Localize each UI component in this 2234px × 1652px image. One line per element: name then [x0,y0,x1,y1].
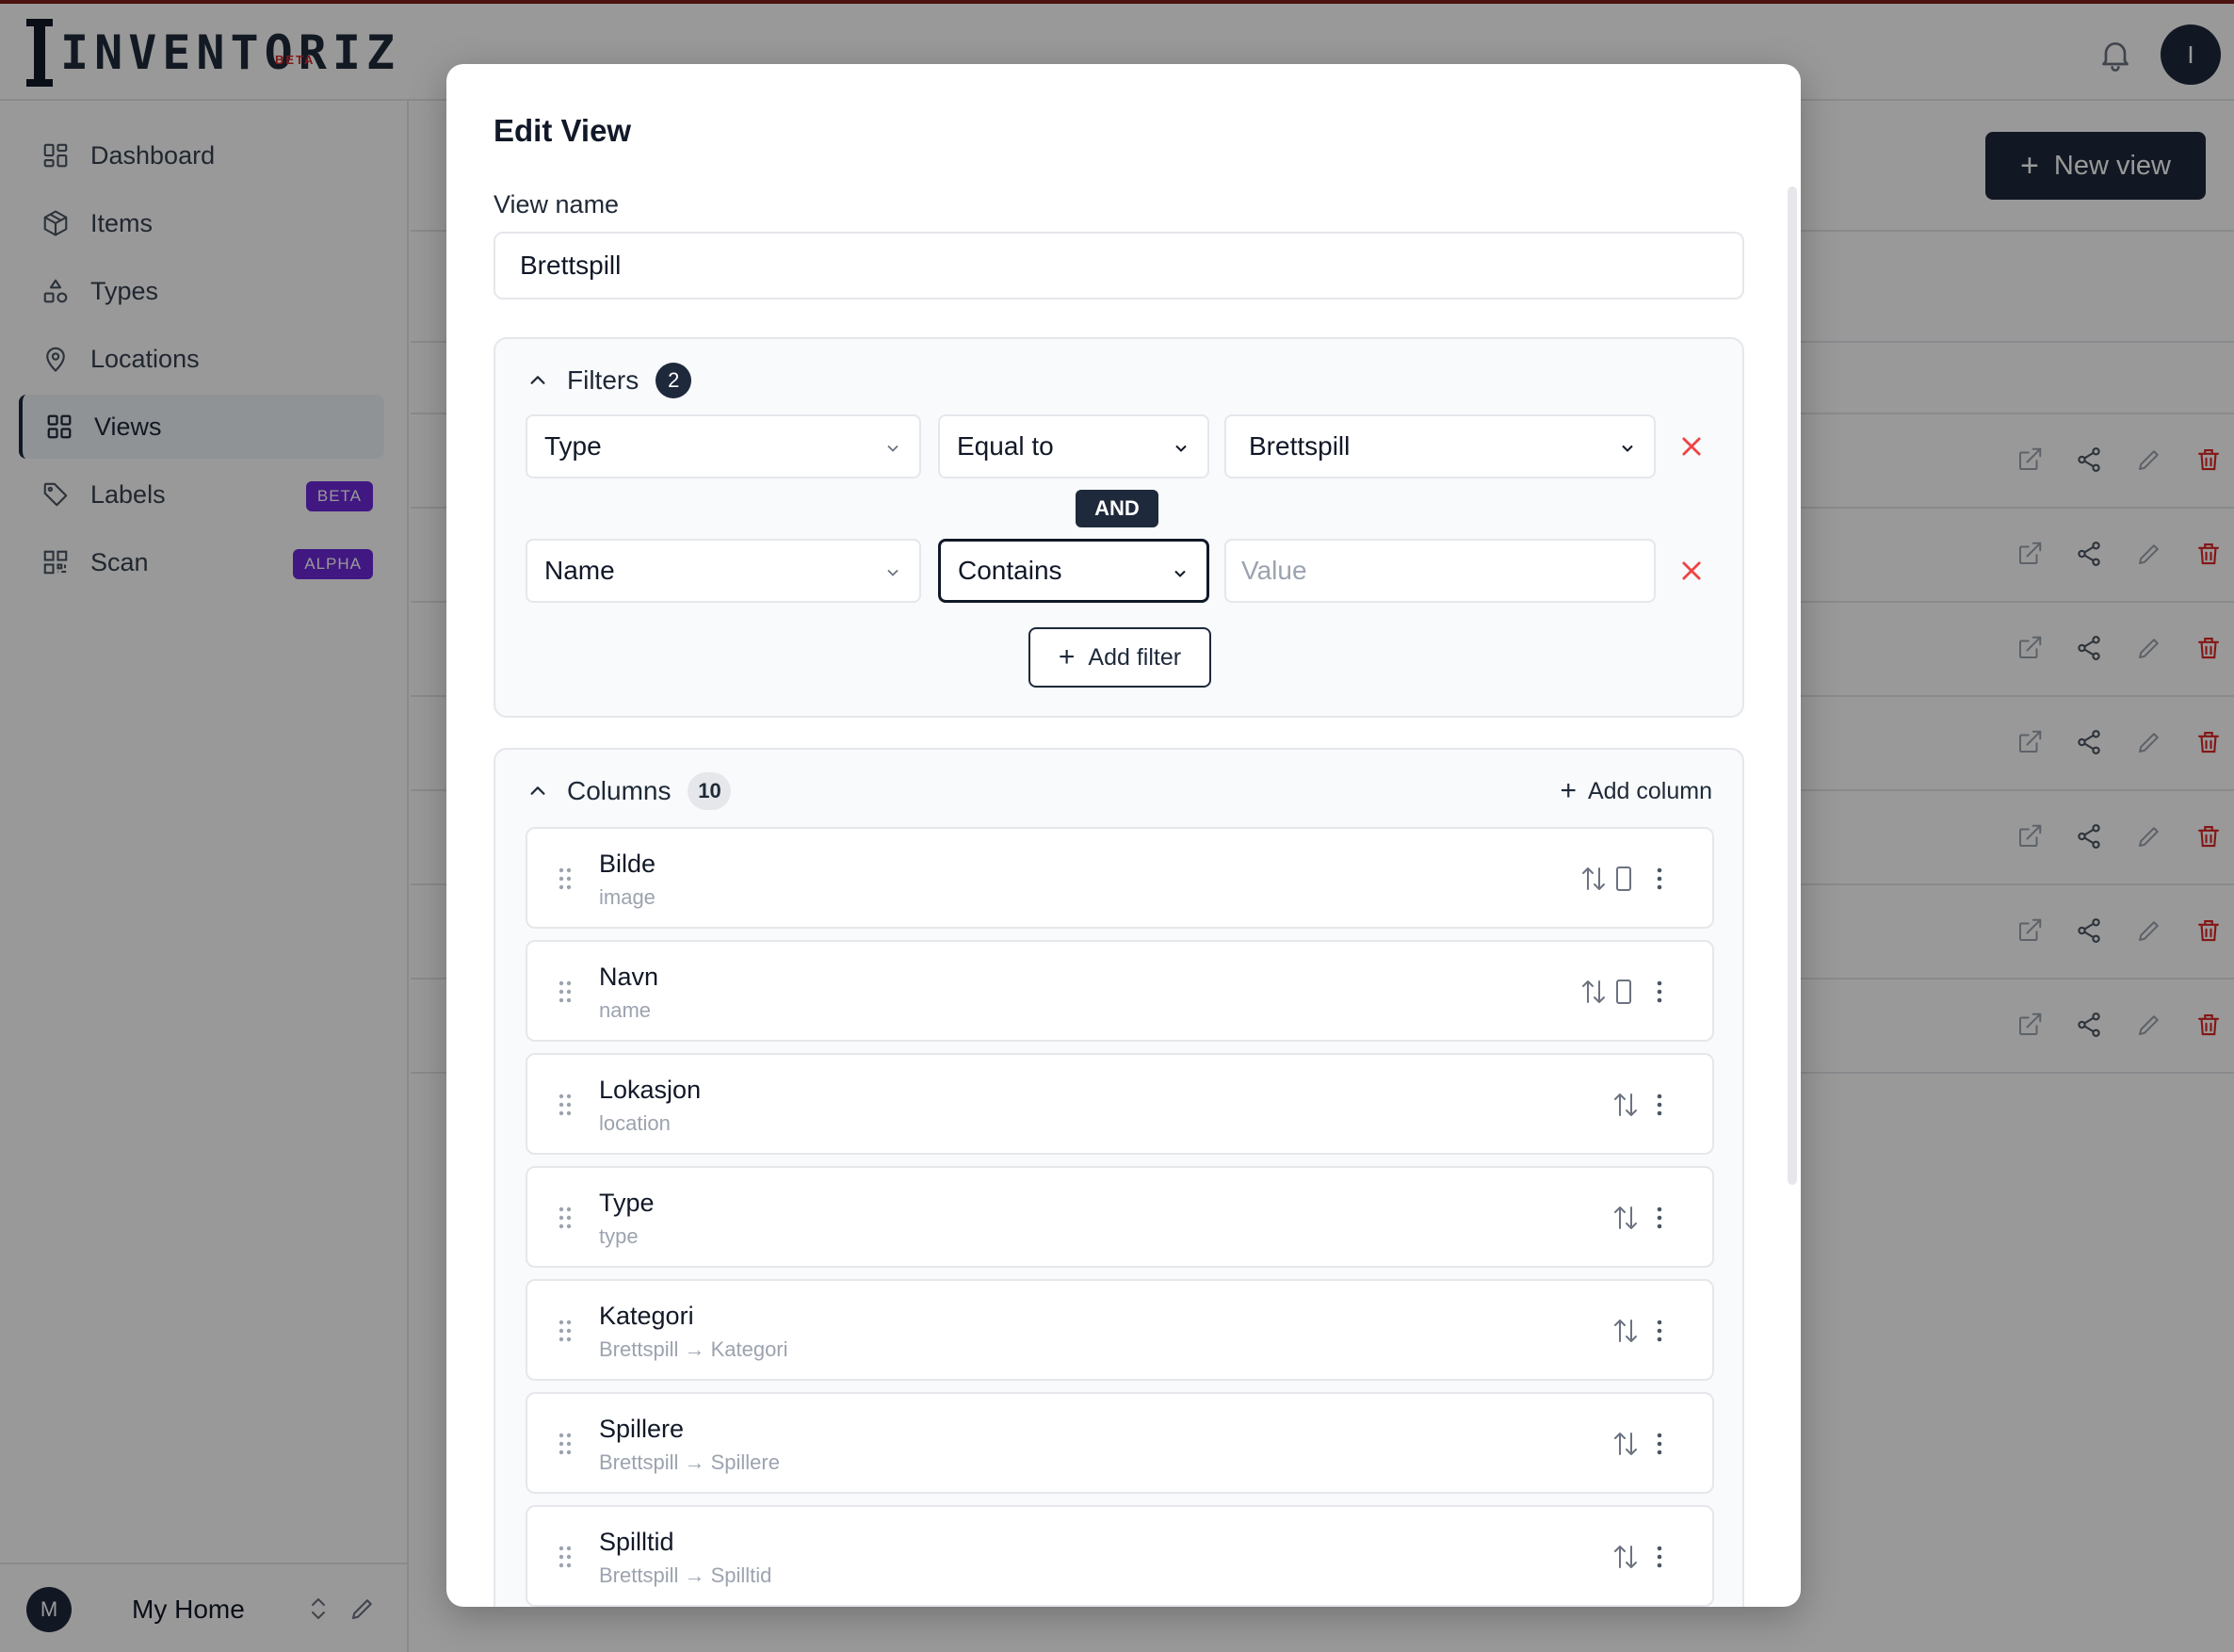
columns-toggle[interactable]: Columns 10 [527,770,732,812]
column-name: Spillere [599,1415,685,1443]
plus-icon: + [1560,775,1577,806]
plus-icon: + [1058,641,1076,672]
drag-handle-icon[interactable] [558,866,573,891]
filter-operator-select[interactable]: Contains [938,539,1209,603]
view-name-label: View name [494,190,620,219]
sort-arrows-icon[interactable] [1612,1430,1639,1458]
column-card[interactable]: Bilde image [526,827,1714,929]
add-filter-button[interactable]: + Add filter [1028,627,1211,688]
column-key: type [599,1224,639,1248]
column-name: Kategori [599,1302,694,1330]
column-name: Lokasjon [599,1076,702,1104]
modal-scrollbar[interactable] [1788,186,1797,1185]
filter-value-select[interactable]: Brettspill [1224,414,1656,478]
more-vertical-icon[interactable] [1650,865,1669,893]
column-key: Brettspill → Spillere [599,1450,780,1474]
view-name-input[interactable]: Brettspill [494,232,1744,300]
modal-title: Edit View [494,113,632,148]
more-vertical-icon[interactable] [1650,1204,1669,1232]
chevron-down-icon [1174,570,1186,577]
column-card[interactable]: Lokasjon location [526,1053,1714,1155]
filters-title: Filters [567,365,639,395]
drag-handle-icon[interactable] [558,1206,573,1230]
remove-filter-icon[interactable] [1678,433,1705,460]
column-key: image [599,885,656,909]
and-joiner-badge: AND [1076,490,1158,527]
filters-count-badge: 2 [656,363,692,398]
sort-arrows-icon[interactable] [1580,865,1607,893]
column-key: location [599,1111,671,1135]
more-vertical-icon[interactable] [1650,1317,1669,1345]
chevron-down-icon [1622,445,1633,452]
drag-handle-icon[interactable] [558,980,573,1004]
chevron-down-icon [887,569,898,576]
add-column-button[interactable]: + Add column [1560,770,1712,812]
mobile-icon[interactable] [1614,865,1633,893]
column-card[interactable]: Type type [526,1166,1714,1268]
mobile-icon[interactable] [1614,978,1633,1006]
chevron-up-icon [530,786,545,795]
chevron-up-icon [530,376,545,384]
filter-value-input[interactable]: Value [1224,539,1656,603]
sort-arrows-icon[interactable] [1612,1543,1639,1571]
column-card[interactable]: Navn name [526,940,1714,1042]
column-name: Navn [599,963,659,991]
filters-panel: Filters 2 Type Equal to Brettspill AND N… [494,337,1744,718]
columns-panel: Columns 10 + Add column Bilde image Navn na… [494,748,1744,1607]
column-name: Bilde [599,850,656,878]
columns-count-badge: 10 [688,772,732,810]
sort-arrows-icon[interactable] [1612,1317,1639,1345]
more-vertical-icon[interactable] [1650,1091,1669,1119]
chevron-down-icon [887,445,898,452]
more-vertical-icon[interactable] [1650,978,1669,1006]
filters-toggle[interactable]: Filters 2 [527,360,692,401]
column-key: name [599,998,652,1022]
chevron-down-icon [1175,445,1187,452]
remove-filter-icon[interactable] [1678,558,1705,584]
sort-arrows-icon[interactable] [1612,1204,1639,1232]
sort-arrows-icon[interactable] [1612,1091,1639,1119]
drag-handle-icon[interactable] [558,1093,573,1117]
column-key: Brettspill → Spilltid [599,1563,772,1587]
columns-title: Columns [567,776,672,805]
column-name: Spilltid [599,1528,674,1556]
column-card[interactable]: Kategori Brettspill → Kategori [526,1279,1714,1381]
filter-field-select[interactable]: Name [526,539,921,603]
more-vertical-icon[interactable] [1650,1543,1669,1571]
drag-handle-icon[interactable] [558,1319,573,1343]
column-card[interactable]: Spilltid Brettspill → Spilltid [526,1505,1714,1607]
drag-handle-icon[interactable] [558,1545,573,1569]
edit-view-modal: Edit View View name Brettspill Filters 2… [446,64,1801,1607]
column-key: Brettspill → Kategori [599,1337,788,1361]
column-card[interactable]: Spillere Brettspill → Spillere [526,1392,1714,1494]
column-name: Type [599,1189,655,1217]
filter-operator-select[interactable]: Equal to [938,414,1209,478]
more-vertical-icon[interactable] [1650,1430,1669,1458]
drag-handle-icon[interactable] [558,1432,573,1456]
sort-arrows-icon[interactable] [1580,978,1607,1006]
filter-field-select[interactable]: Type [526,414,921,478]
